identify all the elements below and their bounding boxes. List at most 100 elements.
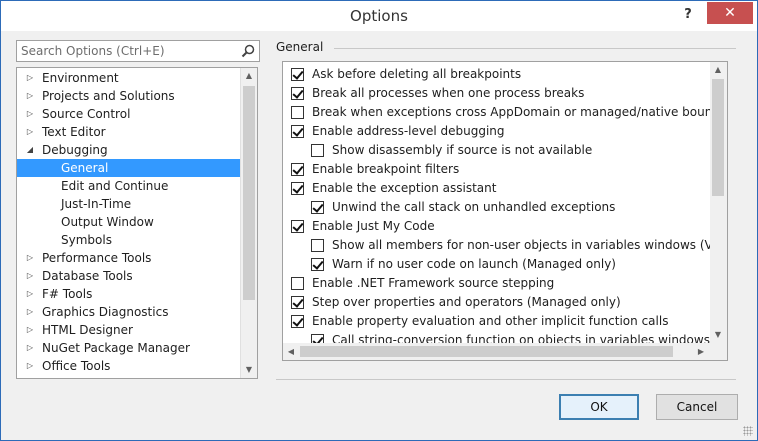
tree-item[interactable]: ▷ HTML Designer bbox=[17, 321, 241, 339]
collapsed-arrow-icon[interactable]: ▷ bbox=[25, 87, 35, 105]
tree-item[interactable]: Edit and Continue bbox=[17, 177, 241, 195]
option-checkbox[interactable] bbox=[291, 315, 304, 328]
option-checkbox[interactable] bbox=[311, 258, 324, 271]
tree-item[interactable]: ▷ Source Control bbox=[17, 105, 241, 123]
option-checkbox[interactable] bbox=[291, 106, 304, 119]
option-label: Break when exceptions cross AppDomain or… bbox=[312, 105, 727, 119]
option-checkbox[interactable] bbox=[291, 163, 304, 176]
tree-item-label: Source Control bbox=[42, 107, 131, 121]
options-hscroll-thumb[interactable] bbox=[300, 346, 673, 357]
tree-item-label: Debugging bbox=[42, 143, 108, 157]
tree-item[interactable]: ▷ Environment bbox=[17, 69, 241, 87]
option-checkbox[interactable] bbox=[291, 87, 304, 100]
tree-item-label: Output Window bbox=[61, 215, 154, 229]
resize-grip-icon[interactable] bbox=[743, 426, 753, 436]
tree-item[interactable]: ▷ Office Tools bbox=[17, 357, 241, 375]
tree-scroll-thumb[interactable] bbox=[243, 86, 255, 300]
collapsed-arrow-icon[interactable]: ▷ bbox=[25, 249, 35, 267]
tree-item[interactable]: ▷ Projects and Solutions bbox=[17, 87, 241, 105]
title-bar[interactable]: Options ? ✕ bbox=[1, 1, 757, 31]
collapsed-arrow-icon[interactable]: ▷ bbox=[25, 375, 35, 378]
section-title: General bbox=[276, 40, 324, 54]
tree-item-label: Text Editor bbox=[42, 125, 106, 139]
tree-scrollbar[interactable]: ▲ ▼ bbox=[240, 68, 257, 378]
close-button[interactable]: ✕ bbox=[707, 2, 753, 24]
tree-item-label: Office Tools bbox=[42, 359, 111, 373]
tree-item[interactable]: ▷ Graphics Diagnostics bbox=[17, 303, 241, 321]
tree-item[interactable]: ▷ Performance Tools bbox=[17, 249, 241, 267]
help-button[interactable]: ? bbox=[673, 3, 703, 27]
tree-item[interactable]: Symbols bbox=[17, 231, 241, 249]
tree-item[interactable]: ▷ F# Tools bbox=[17, 285, 241, 303]
tree-item[interactable]: ◢ Debugging bbox=[17, 141, 241, 159]
options-vertical-scrollbar[interactable]: ▲ ▼ bbox=[710, 62, 727, 343]
option-checkbox[interactable] bbox=[291, 125, 304, 138]
option-label: Enable property evaluation and other imp… bbox=[312, 314, 669, 328]
option-label: Step over properties and operators (Mana… bbox=[312, 295, 621, 309]
option-label: Enable .NET Framework source stepping bbox=[312, 276, 555, 290]
window-title: Options bbox=[350, 7, 408, 25]
collapsed-arrow-icon[interactable]: ▷ bbox=[25, 357, 35, 375]
scroll-right-icon[interactable]: ▶ bbox=[693, 344, 709, 360]
tree-item-label: HTML Designer bbox=[42, 323, 133, 337]
tree-item[interactable]: Output Window bbox=[17, 213, 241, 231]
tree-item[interactable]: Just-In-Time bbox=[17, 195, 241, 213]
tree-item[interactable]: ▷ SQL Server Tools bbox=[17, 375, 241, 378]
option-label: Warn if no user code on launch (Managed … bbox=[332, 257, 616, 271]
options-dialog: Options ? ✕ Search Options (Ctrl+E) ▷ SQL… bbox=[0, 0, 758, 441]
options-tree[interactable]: ▷ SQL Server Tools ▷ Office Tools ▷ NuGet Pac… bbox=[16, 67, 258, 379]
ok-button[interactable]: OK bbox=[559, 394, 639, 420]
options-horizontal-scrollbar[interactable]: ◀ ▶ bbox=[283, 343, 710, 360]
tree-item-label: Performance Tools bbox=[42, 251, 152, 265]
collapsed-arrow-icon[interactable]: ▷ bbox=[25, 123, 35, 141]
option-label: Break all processes when one process bre… bbox=[312, 86, 585, 100]
option-checkbox[interactable] bbox=[311, 201, 324, 214]
option-label: Enable breakpoint filters bbox=[312, 162, 460, 176]
tree-item-label: Environment bbox=[42, 71, 119, 85]
tree-item-label: SQL Server Tools bbox=[42, 375, 142, 378]
option-label: Unwind the call stack on unhandled excep… bbox=[332, 200, 616, 214]
collapsed-arrow-icon[interactable]: ▷ bbox=[25, 267, 35, 285]
tree-item-label: Graphics Diagnostics bbox=[42, 305, 169, 319]
tree-item-label: Projects and Solutions bbox=[42, 89, 175, 103]
option-label: Enable the exception assistant bbox=[312, 181, 497, 195]
options-list[interactable]: Call string-conversion function on objec… bbox=[282, 61, 728, 361]
tree-item[interactable]: ▷ Text Editor bbox=[17, 123, 241, 141]
option-checkbox[interactable] bbox=[291, 182, 304, 195]
collapsed-arrow-icon[interactable]: ▷ bbox=[25, 339, 35, 357]
tree-item[interactable]: ▷ NuGet Package Manager bbox=[17, 339, 241, 357]
cancel-button[interactable]: Cancel bbox=[656, 394, 738, 420]
option-label: Enable address-level debugging bbox=[312, 124, 505, 138]
collapsed-arrow-icon[interactable]: ▷ bbox=[25, 69, 35, 87]
option-checkbox[interactable] bbox=[291, 277, 304, 290]
tree-item[interactable]: ▷ Database Tools bbox=[17, 267, 241, 285]
scroll-down-icon[interactable]: ▼ bbox=[241, 362, 257, 378]
option-checkbox[interactable] bbox=[311, 144, 324, 157]
option-checkbox[interactable] bbox=[291, 296, 304, 309]
option-checkbox[interactable] bbox=[291, 68, 304, 81]
search-icon[interactable] bbox=[241, 44, 255, 58]
collapsed-arrow-icon[interactable]: ▷ bbox=[25, 321, 35, 339]
scroll-left-icon[interactable]: ◀ bbox=[283, 344, 299, 360]
scroll-up-icon[interactable]: ▲ bbox=[710, 62, 726, 78]
expanded-arrow-icon[interactable]: ◢ bbox=[25, 141, 35, 159]
option-label: Enable Just My Code bbox=[312, 219, 435, 233]
tree-item[interactable]: General bbox=[17, 159, 241, 177]
bottom-divider bbox=[276, 379, 736, 380]
scroll-up-icon[interactable]: ▲ bbox=[241, 68, 257, 84]
collapsed-arrow-icon[interactable]: ▷ bbox=[25, 285, 35, 303]
section-divider bbox=[334, 48, 736, 49]
option-checkbox[interactable] bbox=[291, 220, 304, 233]
option-checkbox[interactable] bbox=[311, 239, 324, 252]
options-scroll-thumb[interactable] bbox=[712, 79, 724, 196]
collapsed-arrow-icon[interactable]: ▷ bbox=[25, 105, 35, 123]
scrollbar-corner bbox=[710, 343, 727, 360]
option-label: Show all members for non-user objects in… bbox=[332, 238, 727, 252]
search-input[interactable]: Search Options (Ctrl+E) bbox=[16, 40, 260, 62]
collapsed-arrow-icon[interactable]: ▷ bbox=[25, 303, 35, 321]
tree-item-label: NuGet Package Manager bbox=[42, 341, 190, 355]
tree-item-label: Database Tools bbox=[42, 269, 133, 283]
tree-item-label: General bbox=[61, 161, 109, 175]
tree-item-label: F# Tools bbox=[42, 287, 93, 301]
scroll-down-icon[interactable]: ▼ bbox=[710, 327, 726, 343]
